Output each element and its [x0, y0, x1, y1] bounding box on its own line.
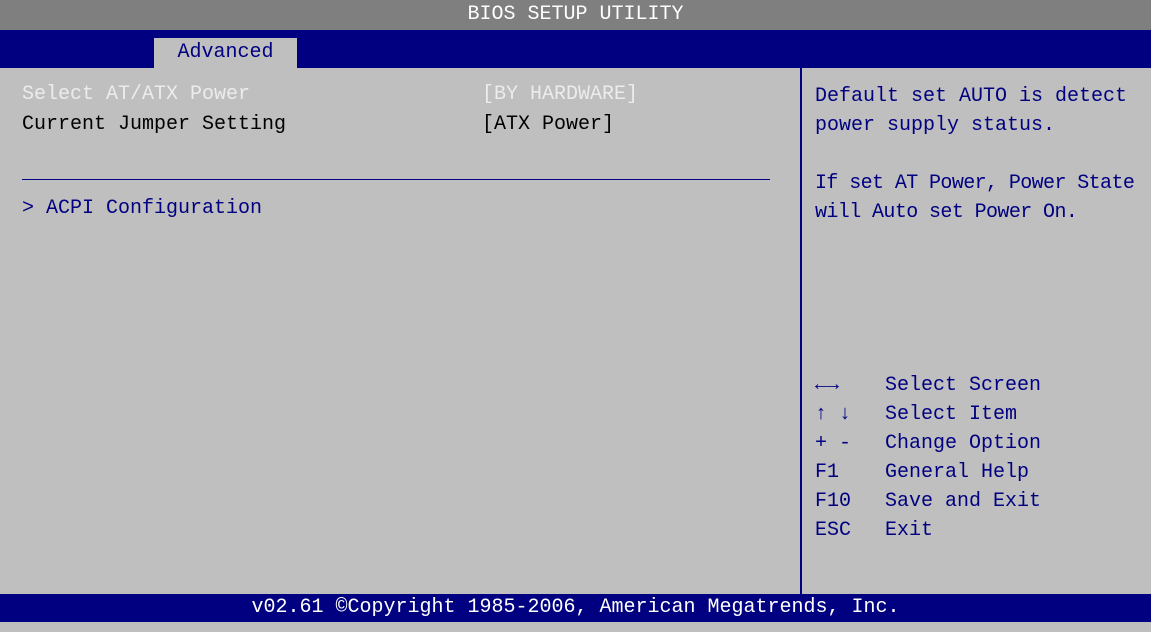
help-text-at-power: If set AT Power, Power State will Auto s…: [815, 172, 1135, 224]
key-plus-minus: + -: [815, 432, 852, 455]
setting-row-jumper-setting: Current Jumper Setting [ATX Power]: [22, 110, 614, 140]
footer-bar: v02.61 ©Copyright 1985-2006, American Me…: [0, 594, 1151, 622]
key-f10: F10: [815, 490, 852, 513]
setting-value-at-atx-power: [BY HARDWARE]: [482, 83, 639, 106]
key-row-general-help: F1 General Help: [815, 458, 1145, 487]
setting-value-jumper-setting: [ATX Power]: [482, 113, 615, 136]
submenu-acpi-configuration[interactable]: > ACPI Configuration: [22, 194, 262, 224]
panel-divider: [800, 68, 802, 594]
tab-bar: Advanced: [0, 30, 1151, 68]
key-row-exit: ESC Exit: [815, 516, 1145, 545]
help-panel: Default set AUTO is detect power supply …: [815, 82, 1145, 256]
key-row-save-exit: F10 Save and Exit: [815, 487, 1145, 516]
key-legend: ←→ Select Screen ↑ ↓ Select Item + - Cha…: [815, 371, 1145, 545]
key-f1: F1: [815, 461, 840, 484]
setting-row-at-atx-power: Select AT/ATX Power [BY HARDWARE]: [22, 80, 638, 110]
main-panel: Select AT/ATX Power [BY HARDWARE] Curren…: [0, 68, 1151, 594]
key-desc-general-help: General Help: [885, 461, 1030, 484]
key-desc-save-exit: Save and Exit: [885, 490, 1042, 513]
key-desc-exit: Exit: [885, 519, 934, 542]
arrow-left-right-icon: ←→: [815, 374, 840, 397]
setting-label-jumper-setting: Current Jumper Setting: [22, 113, 287, 136]
key-desc-select-screen: Select Screen: [885, 374, 1042, 397]
key-row-select-item: ↑ ↓ Select Item: [815, 400, 1145, 429]
settings-divider: [22, 179, 770, 180]
setting-label-at-atx-power: Select AT/ATX Power: [22, 83, 251, 106]
tab-advanced[interactable]: Advanced: [154, 38, 297, 68]
window-title: BIOS SETUP UTILITY: [467, 3, 684, 26]
key-row-change-option: + - Change Option: [815, 429, 1145, 458]
key-desc-change-option: Change Option: [885, 432, 1042, 455]
key-row-select-screen: ←→ Select Screen: [815, 371, 1145, 400]
copyright-text: v02.61 ©Copyright 1985-2006, American Me…: [251, 596, 900, 619]
arrow-up-down-icon: ↑ ↓: [815, 403, 852, 426]
key-esc: ESC: [815, 519, 852, 542]
key-desc-select-item: Select Item: [885, 403, 1018, 426]
help-text-default: Default set AUTO is detect power supply …: [815, 85, 1128, 137]
title-bar: BIOS SETUP UTILITY: [0, 0, 1151, 30]
